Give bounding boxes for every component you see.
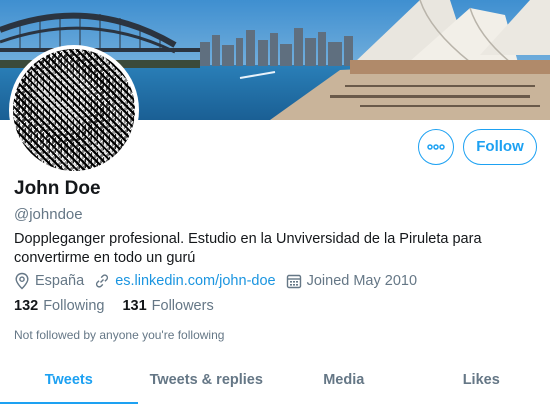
followers-count: 131 [122,298,147,314]
more-horizontal-icon [427,144,445,150]
following-label: Following [43,298,105,314]
profile-meta: España es.linkedin.com/john-doe Joined M… [14,271,427,291]
profile-avatar[interactable] [9,45,139,175]
more-options-button[interactable] [418,129,454,165]
profile-handle: @johndoe [14,206,83,223]
following-stat[interactable]: 132 Following [14,298,104,314]
website-link[interactable]: es.linkedin.com/john-doe [115,273,275,289]
joined-text: Joined May 2010 [306,273,418,289]
avatar-image [13,49,135,171]
location-item: España [14,272,84,290]
calendar-icon [286,274,301,289]
joined-item: Joined May 2010 [286,273,417,289]
location-text: España [35,273,85,289]
location-pin-icon [15,272,29,290]
followers-label: Followers [151,298,214,314]
tab-likes[interactable]: Likes [413,360,550,404]
profile-bio: Doppleganger profesional. Estudio en la … [14,231,482,266]
tab-media[interactable]: Media [275,360,413,404]
profile-tabs: Tweets Tweets & replies Media Likes [0,360,550,404]
followers-stat[interactable]: 131 Followers [122,298,213,314]
not-followed-notice: Not followed by anyone you're following [14,328,225,342]
website-item[interactable]: es.linkedin.com/john-doe [94,273,276,289]
tab-tweets-replies[interactable]: Tweets & replies [138,360,276,404]
tab-tweets[interactable]: Tweets [0,360,138,404]
link-icon [96,274,109,288]
profile-name: John Doe [14,178,101,199]
profile-stats: 132 Following 131 Followers [14,298,232,314]
following-count: 132 [14,298,39,314]
follow-button[interactable]: Follow [463,129,537,165]
